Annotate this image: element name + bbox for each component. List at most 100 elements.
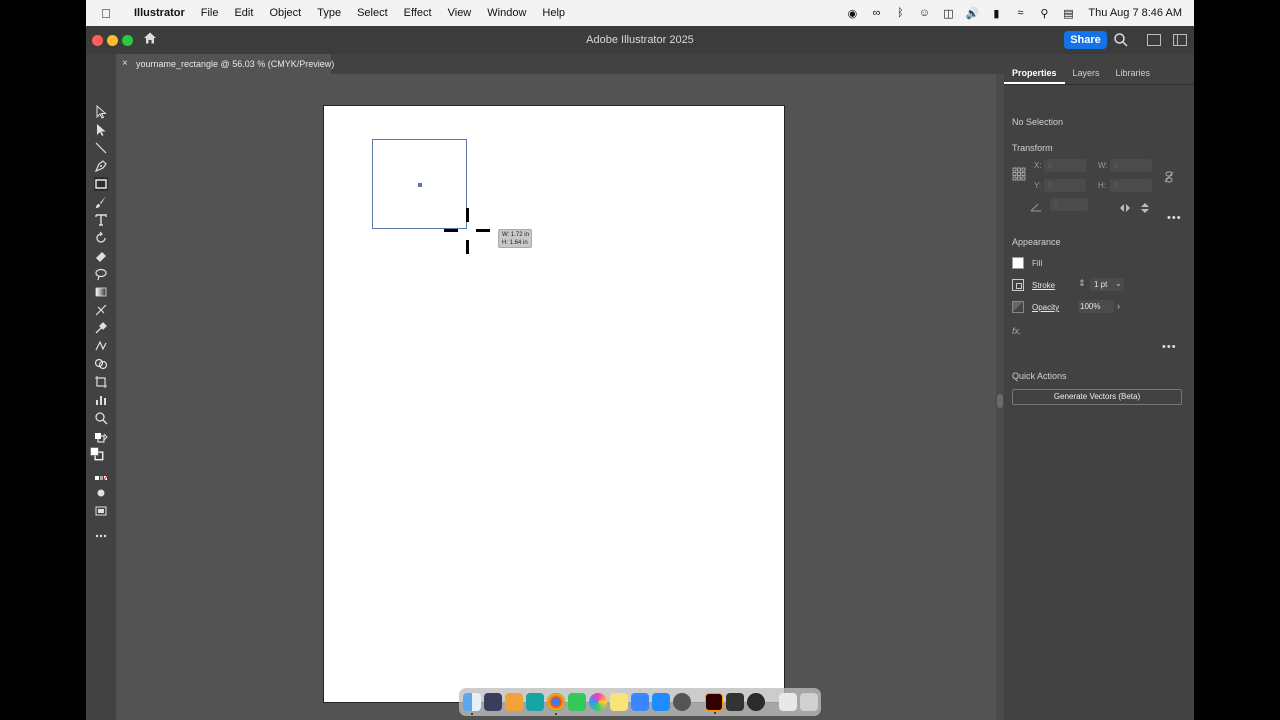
stroke-weight-stepper-icon[interactable]: ⇕ — [1078, 278, 1086, 289]
pages-icon[interactable] — [505, 693, 523, 711]
paintbrush-tool-icon[interactable] — [94, 195, 108, 209]
artboard-tool-icon[interactable] — [94, 375, 108, 389]
fill-stroke-swatch-icon[interactable] — [90, 447, 112, 469]
user-icon[interactable]: ☺ — [912, 7, 936, 19]
system-settings-icon[interactable] — [673, 693, 691, 711]
x-field[interactable]: 0 — [1044, 159, 1086, 172]
screen-mirror-icon[interactable]: ◫ — [936, 7, 960, 20]
zoom-tool-icon[interactable] — [94, 411, 108, 425]
menu-edit[interactable]: Edit — [226, 7, 261, 19]
h-field[interactable]: 0 — [1110, 179, 1152, 192]
menu-select[interactable]: Select — [349, 7, 396, 19]
quicktime-icon[interactable] — [747, 693, 765, 711]
photos-icon[interactable] — [589, 693, 607, 711]
w-field[interactable]: 0 — [1110, 159, 1152, 172]
wifi-icon[interactable]: ≈ — [1008, 7, 1032, 19]
fill-label[interactable]: Fill — [1032, 259, 1042, 268]
line-tool-icon[interactable] — [94, 141, 108, 155]
stroke-swatch[interactable] — [1012, 279, 1024, 291]
bluetooth-icon[interactable]: ᛒ — [888, 7, 912, 19]
search-icon[interactable] — [1113, 31, 1129, 49]
chevron-down-icon[interactable]: ⌄ — [1115, 279, 1122, 288]
opacity-field[interactable]: 100% — [1078, 300, 1114, 313]
apple-menu-icon[interactable]:  — [86, 6, 126, 21]
edit-toolbar-icon[interactable] — [94, 529, 108, 543]
type-tool-icon[interactable] — [94, 213, 108, 227]
constrain-proportions-icon[interactable] — [1164, 170, 1174, 183]
rotate-tool-icon[interactable] — [94, 231, 108, 245]
menu-app-illustrator[interactable]: Illustrator — [126, 7, 193, 19]
preview-icon[interactable] — [631, 693, 649, 711]
opacity-label[interactable]: Opacity — [1032, 303, 1059, 312]
menu-bar-clock[interactable]: Thu Aug 7 8:46 AM — [1080, 7, 1182, 19]
search-icon[interactable]: ⚲ — [1032, 7, 1056, 20]
scroll-thumb[interactable] — [997, 394, 1003, 408]
arrange-documents-icon[interactable] — [1147, 34, 1161, 46]
graph-tool-icon[interactable] — [94, 393, 108, 407]
pen-tool-icon[interactable] — [94, 159, 108, 173]
direct-selection-tool-icon[interactable] — [94, 123, 108, 137]
menu-help[interactable]: Help — [534, 7, 573, 19]
close-tab-icon[interactable]: × — [122, 54, 128, 74]
shape-builder-tool-icon[interactable] — [94, 357, 108, 371]
document-tab[interactable]: × yourname_rectangle @ 56.03 % (CMYK/Pre… — [116, 54, 334, 74]
stroke-label[interactable]: Stroke — [1032, 281, 1055, 290]
canvas-vertical-scrollbar[interactable] — [996, 74, 1004, 720]
flip-horizontal-icon[interactable] — [1120, 200, 1130, 212]
rotate-angle-field[interactable]: 0 — [1050, 198, 1088, 211]
finder-icon[interactable] — [463, 693, 481, 715]
home-icon[interactable] — [142, 31, 158, 47]
messages-icon[interactable] — [568, 693, 586, 711]
reference-point-icon[interactable] — [1012, 167, 1026, 181]
tab-layers[interactable]: Layers — [1065, 64, 1108, 84]
maximize-window-button[interactable] — [122, 35, 133, 46]
chrome-icon[interactable] — [547, 693, 565, 715]
menu-window[interactable]: Window — [479, 7, 534, 19]
share-button[interactable]: Share — [1064, 31, 1107, 49]
battery-icon[interactable]: ▮ — [984, 7, 1008, 20]
eraser-tool-icon[interactable] — [94, 249, 108, 263]
notes-icon[interactable] — [610, 693, 628, 711]
fill-swatch[interactable] — [1012, 257, 1024, 269]
menu-effect[interactable]: Effect — [396, 7, 440, 19]
rectangle-tool-icon[interactable] — [94, 177, 108, 191]
chevron-right-icon[interactable]: › — [1117, 301, 1120, 311]
menu-type[interactable]: Type — [309, 7, 349, 19]
draw-mode-icon[interactable] — [94, 486, 108, 500]
eyedropper-tool-icon[interactable] — [94, 321, 108, 335]
canvas-area[interactable]: W: 1.72 in H: 1.64 in — [116, 74, 1004, 720]
menu-object[interactable]: Object — [261, 7, 309, 19]
blend-tool-icon[interactable] — [94, 339, 108, 353]
meta-icon[interactable]: ∞ — [864, 7, 888, 19]
lasso-tool-icon[interactable] — [94, 267, 108, 281]
artboard[interactable]: W: 1.72 in H: 1.64 in — [323, 105, 785, 703]
downloads-folder-icon[interactable] — [779, 693, 797, 711]
appearance-more-options-icon[interactable]: ••• — [1162, 341, 1177, 353]
tab-libraries[interactable]: Libraries — [1108, 64, 1159, 84]
generate-vectors-button[interactable]: Generate Vectors (Beta) — [1012, 389, 1182, 405]
mesh-tool-icon[interactable] — [94, 303, 108, 317]
tab-properties[interactable]: Properties — [1004, 64, 1065, 84]
illustrator-icon[interactable] — [705, 693, 723, 714]
screen-record-icon[interactable]: ◉ — [840, 7, 864, 20]
transform-more-options-icon[interactable]: ••• — [1167, 212, 1182, 224]
y-field[interactable]: 0 — [1044, 179, 1086, 192]
trash-icon[interactable] — [800, 693, 818, 711]
menu-view[interactable]: View — [440, 7, 480, 19]
app-store-icon[interactable] — [652, 693, 670, 711]
calculator-icon[interactable] — [726, 693, 744, 711]
menu-file[interactable]: File — [193, 7, 227, 19]
screen-mode-icon[interactable] — [94, 504, 108, 518]
toggle-panels-icon[interactable] — [1173, 34, 1187, 46]
selection-tool-icon[interactable] — [94, 104, 108, 119]
flip-vertical-icon[interactable] — [1140, 200, 1150, 213]
control-center-icon[interactable]: ▤ — [1056, 7, 1080, 20]
launchpad-icon[interactable] — [484, 693, 502, 711]
fx-icon[interactable]: fx. — [1012, 326, 1022, 336]
meta-quest-icon[interactable] — [526, 693, 544, 711]
volume-icon[interactable]: 🔊 — [960, 7, 984, 20]
gradient-tool-icon[interactable] — [94, 285, 108, 299]
default-colors-icon[interactable] — [94, 432, 108, 446]
minimize-window-button[interactable] — [107, 35, 118, 46]
color-mode-icon[interactable] — [94, 472, 108, 486]
